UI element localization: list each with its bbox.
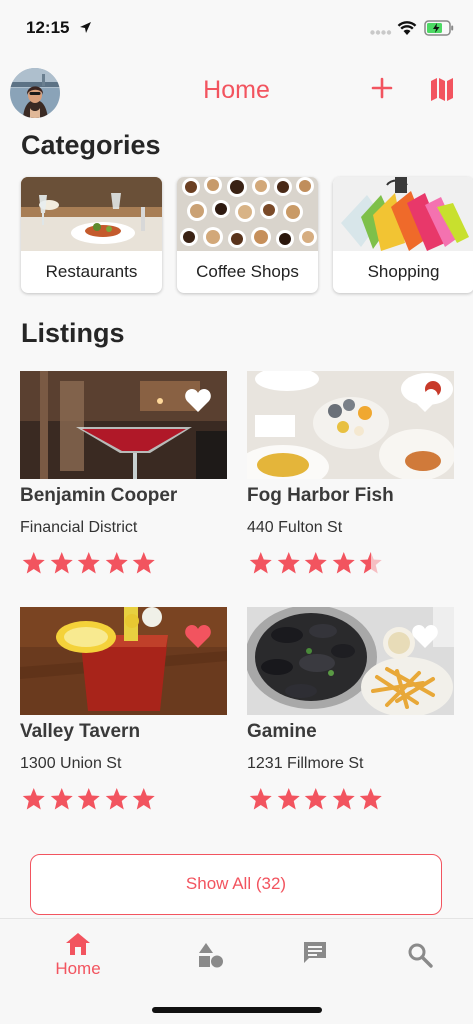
star-full-icon — [22, 788, 45, 810]
category-card-coffee-shops[interactable]: Coffee Shops — [177, 177, 318, 293]
listing-card[interactable]: Valley Tavern 1300 Union St — [20, 607, 227, 817]
listing-photo — [20, 607, 227, 715]
star-full-icon — [105, 788, 128, 810]
add-icon[interactable] — [370, 76, 394, 100]
heart-icon[interactable] — [411, 624, 439, 649]
navigation-bar: Home — [0, 58, 473, 124]
signal-icon — [370, 30, 392, 35]
star-full-icon — [132, 788, 155, 810]
rating-stars — [20, 787, 158, 811]
listing-photo — [247, 607, 454, 715]
category-card-restaurants[interactable]: Restaurants — [21, 177, 162, 293]
star-full-icon — [304, 788, 327, 810]
listing-photo — [20, 371, 227, 479]
tab-search[interactable] — [390, 931, 450, 981]
show-all-button[interactable]: Show All (32) — [30, 854, 442, 915]
star-full-icon — [22, 552, 45, 574]
home-indicator — [152, 1007, 322, 1013]
status-bar: 12:15 — [0, 0, 473, 58]
listing-card[interactable]: Gamine 1231 Fillmore St — [247, 607, 454, 817]
listing-address: Financial District — [20, 519, 138, 536]
star-full-icon — [249, 552, 272, 574]
listing-photo — [247, 371, 454, 479]
location-arrow-icon — [80, 22, 91, 33]
category-label: Shopping — [367, 262, 440, 281]
rating-stars — [247, 787, 385, 811]
tab-categories[interactable] — [180, 931, 240, 981]
listing-name: Fog Harbor Fish — [247, 485, 394, 506]
star-full-icon — [249, 788, 272, 810]
star-full-icon — [277, 788, 300, 810]
restaurants-image — [21, 177, 162, 251]
star-full-icon — [359, 788, 382, 810]
star-full-icon — [304, 552, 327, 574]
listing-address: 440 Fulton St — [247, 519, 343, 536]
listing-name: Valley Tavern — [20, 721, 141, 742]
status-time: 12:15 — [26, 18, 70, 37]
listing-address: 1231 Fillmore St — [247, 755, 364, 772]
map-icon[interactable] — [429, 76, 455, 102]
rating-stars — [20, 551, 158, 575]
coffee-shops-image — [177, 177, 318, 251]
wifi-icon — [397, 21, 417, 35]
battery-icon — [424, 20, 454, 36]
star-full-icon — [77, 552, 100, 574]
categories-icon — [199, 943, 223, 968]
tab-messages[interactable] — [285, 931, 345, 981]
tab-label: Home — [55, 959, 101, 978]
star-full-icon — [50, 552, 73, 574]
star-full-icon — [132, 552, 155, 574]
category-card-shopping[interactable]: Shopping — [333, 177, 473, 293]
tab-home[interactable]: Home — [48, 931, 108, 981]
search-icon — [408, 943, 433, 968]
listing-address: 1300 Union St — [20, 755, 122, 772]
star-half-icon — [359, 552, 382, 574]
categories-heading: Categories — [21, 130, 161, 160]
page-title: Home — [203, 76, 270, 104]
heart-icon[interactable] — [411, 388, 439, 413]
star-full-icon — [332, 552, 355, 574]
star-full-icon — [105, 552, 128, 574]
listing-card[interactable]: Benjamin Cooper Financial District — [20, 371, 227, 581]
heart-filled-icon[interactable] — [184, 624, 212, 649]
star-full-icon — [77, 788, 100, 810]
chat-icon — [304, 942, 326, 963]
category-label: Restaurants — [45, 262, 138, 281]
star-full-icon — [50, 788, 73, 810]
star-full-icon — [277, 552, 300, 574]
listing-name: Benjamin Cooper — [20, 485, 178, 506]
listing-card[interactable]: Fog Harbor Fish 440 Fulton St — [247, 371, 454, 581]
listings-heading: Listings — [21, 318, 125, 348]
category-label: Coffee Shops — [196, 262, 299, 281]
star-full-icon — [332, 788, 355, 810]
shopping-image — [333, 177, 473, 251]
home-icon — [66, 933, 90, 955]
heart-icon[interactable] — [184, 388, 212, 413]
rating-stars — [247, 551, 385, 575]
listing-name: Gamine — [247, 721, 317, 742]
